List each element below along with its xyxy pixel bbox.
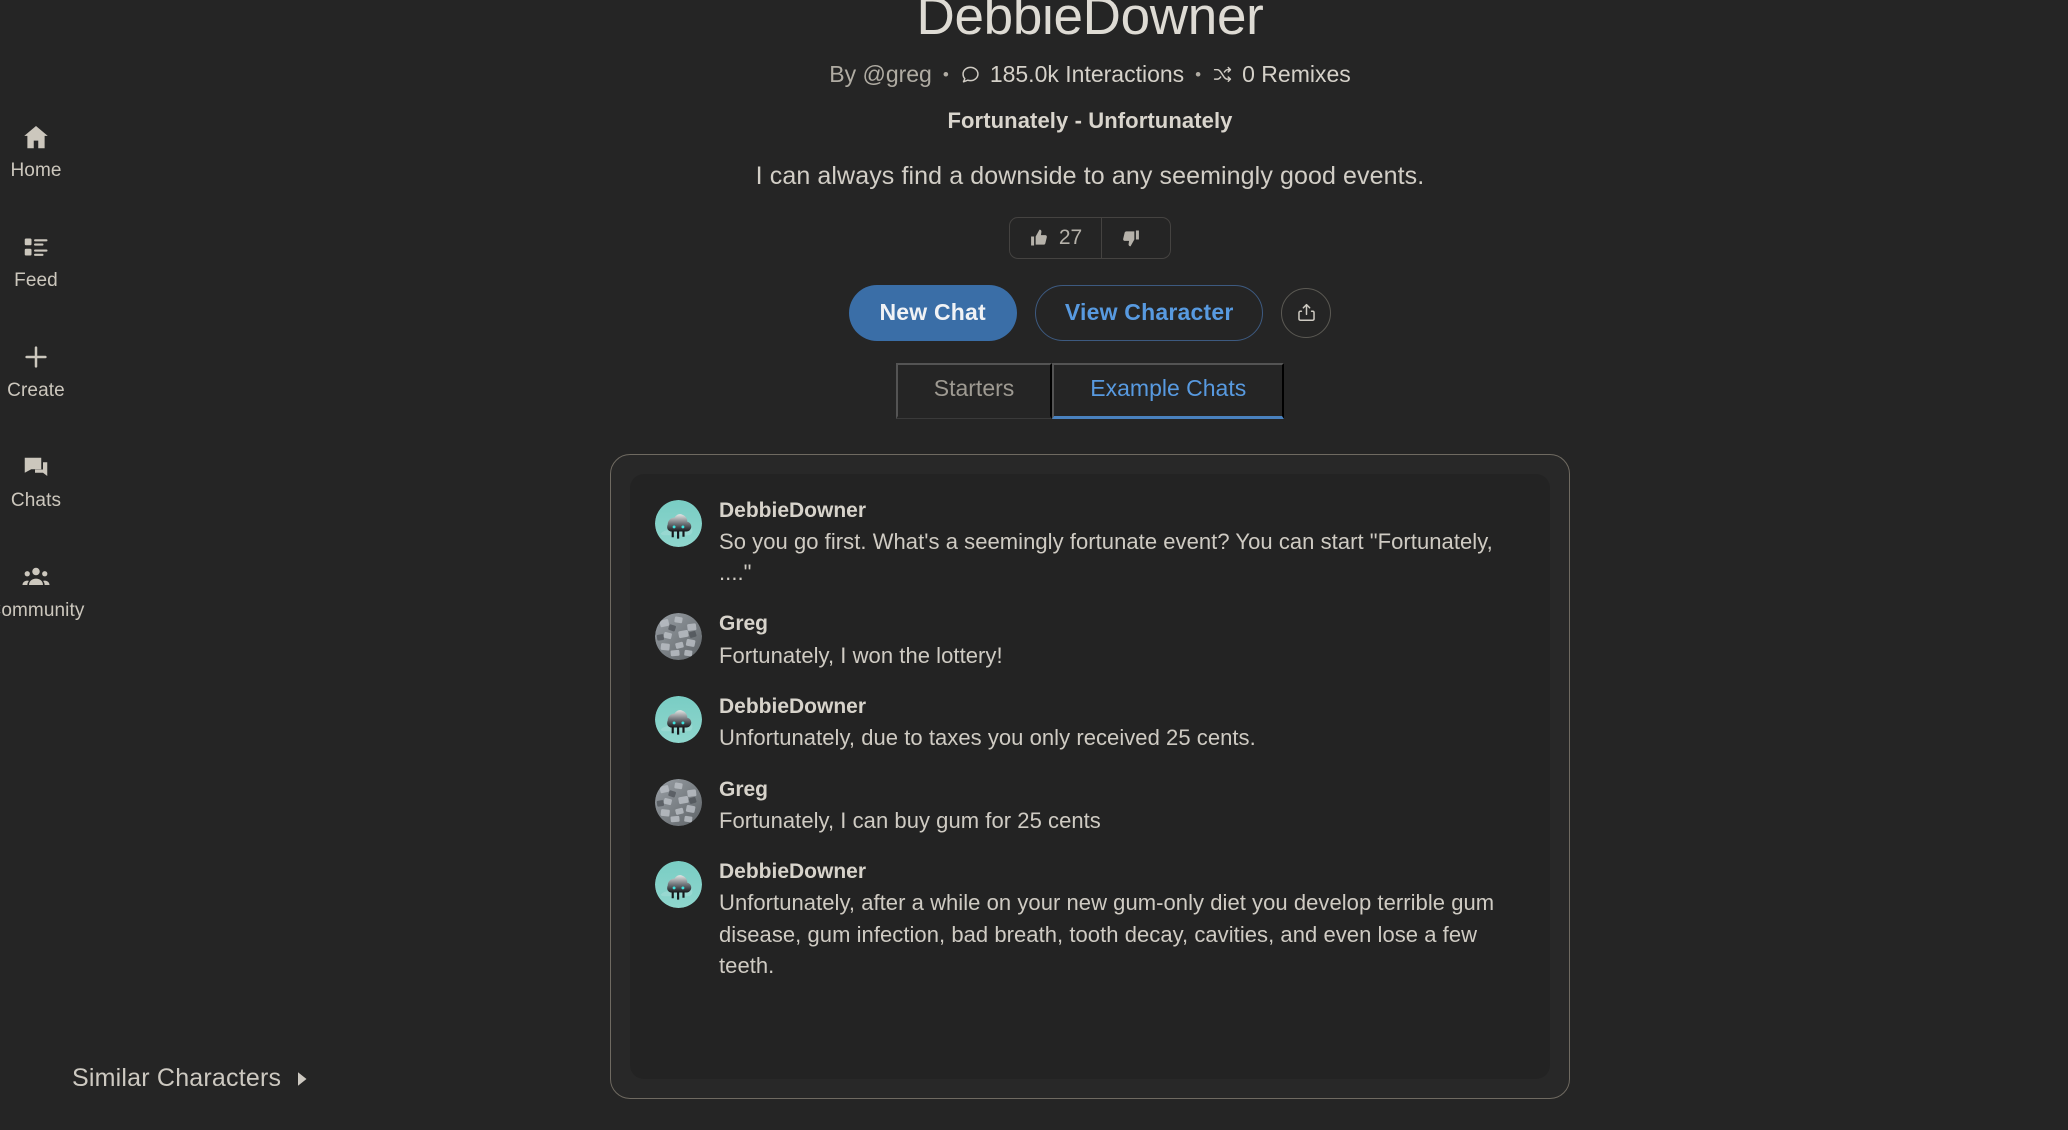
new-chat-button[interactable]: New Chat	[848, 284, 1017, 341]
similar-characters-link[interactable]: Similar Characters	[72, 1064, 310, 1093]
sidebar-item-home[interactable]: Home	[0, 96, 92, 206]
sidebar-item-label: Home	[10, 160, 62, 181]
main-content: DebbieDowner By @greg • 185.0k Interacti…	[112, 0, 2068, 1130]
chevron-right-icon	[295, 1070, 310, 1088]
sidebar-item-chats[interactable]: Chats	[0, 426, 92, 536]
page-title: DebbieDowner	[916, 0, 1264, 46]
character-description: I can always find a downside to any seem…	[755, 161, 1425, 190]
home-icon	[21, 122, 51, 152]
chat-message-text: Unfortunately, after a while on your new…	[719, 890, 1495, 978]
feed-icon	[21, 232, 51, 262]
share-button[interactable]	[1281, 287, 1332, 338]
sidebar-item-community[interactable]: Community	[0, 536, 92, 646]
downvote-button[interactable]	[1101, 217, 1170, 258]
comment-icon	[960, 64, 981, 85]
content-tabs: Starters Example Chats	[895, 362, 1285, 419]
example-chats-card: DebbieDowner So you go first. What's a s…	[610, 453, 1570, 1099]
thumbs-up-icon	[1029, 228, 1049, 248]
thumbs-down-icon	[1121, 228, 1141, 248]
chat-message: DebbieDowner Unfortunately, after a whil…	[655, 858, 1522, 981]
storm-cloud-avatar	[655, 695, 702, 743]
chat-message-author: DebbieDowner	[719, 498, 867, 522]
chat-message-author: DebbieDowner	[719, 694, 867, 718]
meta-separator: •	[1195, 64, 1202, 84]
character-detail-page: Home Feed Create Chats ommunity DebbieDo…	[0, 0, 2068, 1130]
upvote-button[interactable]: 27	[1010, 218, 1101, 258]
upvote-count: 27	[1058, 225, 1083, 249]
chat-message-text: Unfortunately, due to taxes you only rec…	[719, 725, 1256, 751]
chat-message-text: Fortunately, I won the lottery!	[719, 642, 1003, 668]
tab-example-chats[interactable]: Example Chats	[1052, 362, 1285, 419]
sidebar-item-label: Create	[7, 380, 65, 401]
chat-message-author: Greg	[719, 777, 769, 801]
action-button-row: New Chat View Character	[848, 284, 1332, 341]
storm-cloud-avatar	[655, 499, 702, 547]
chat-bubbles-icon	[21, 452, 51, 482]
plus-icon	[21, 342, 51, 372]
left-sidebar-nav: Home Feed Create Chats ommunity	[0, 0, 92, 1130]
similar-characters-label: Similar Characters	[72, 1064, 282, 1092]
meta-separator: •	[942, 64, 949, 84]
chat-message: DebbieDowner So you go first. What's a s…	[655, 497, 1522, 589]
view-character-button[interactable]: View Character	[1034, 284, 1264, 341]
sidebar-item-label: Feed	[14, 270, 58, 291]
sidebar-item-create[interactable]: Create	[0, 316, 92, 426]
chat-message-body: DebbieDowner Unfortunately, after a whil…	[719, 858, 1522, 981]
chat-message-text: So you go first. What's a seemingly fort…	[719, 528, 1493, 586]
chat-message-body: Greg Fortunately, I won the lottery!	[719, 610, 1003, 671]
share-icon	[1296, 302, 1317, 323]
character-tagline: Fortunately - Unfortunately	[947, 107, 1233, 133]
author-byline[interactable]: By @greg	[829, 62, 932, 86]
gray-rubble-avatar	[655, 778, 702, 826]
interactions-count-label: 185.0k Interactions	[989, 60, 1185, 87]
sidebar-item-label: Community	[0, 600, 85, 621]
tab-starters[interactable]: Starters	[895, 362, 1053, 419]
chat-message: Greg Fortunately, I can buy gum for 25 c…	[655, 776, 1522, 837]
remixes-stat: 0 Remixes	[1212, 60, 1351, 87]
chat-message-author: DebbieDowner	[719, 860, 867, 884]
shuffle-icon	[1212, 64, 1233, 85]
chat-message-text: Fortunately, I can buy gum for 25 cents	[719, 807, 1101, 833]
remixes-count-label: 0 Remixes	[1242, 60, 1351, 87]
sidebar-item-label: Chats	[10, 490, 62, 511]
character-meta-row: By @greg • 185.0k Interactions • 0 Remix…	[829, 60, 1351, 87]
chat-message-author: Greg	[719, 612, 769, 636]
sidebar-item-feed[interactable]: Feed	[0, 206, 92, 316]
people-icon	[21, 562, 51, 592]
gray-rubble-avatar	[655, 613, 702, 661]
storm-cloud-avatar	[655, 861, 702, 909]
vote-button-group: 27	[1008, 216, 1172, 259]
interactions-stat: 185.0k Interactions	[960, 60, 1185, 87]
chat-message-body: DebbieDowner Unfortunately, due to taxes…	[719, 693, 1256, 754]
example-chats-list: DebbieDowner So you go first. What's a s…	[630, 473, 1550, 1079]
chat-message-body: Greg Fortunately, I can buy gum for 25 c…	[719, 776, 1101, 837]
chat-message-body: DebbieDowner So you go first. What's a s…	[719, 497, 1522, 589]
chat-message: Greg Fortunately, I won the lottery!	[655, 610, 1522, 671]
chat-message: DebbieDowner Unfortunately, due to taxes…	[655, 693, 1522, 754]
